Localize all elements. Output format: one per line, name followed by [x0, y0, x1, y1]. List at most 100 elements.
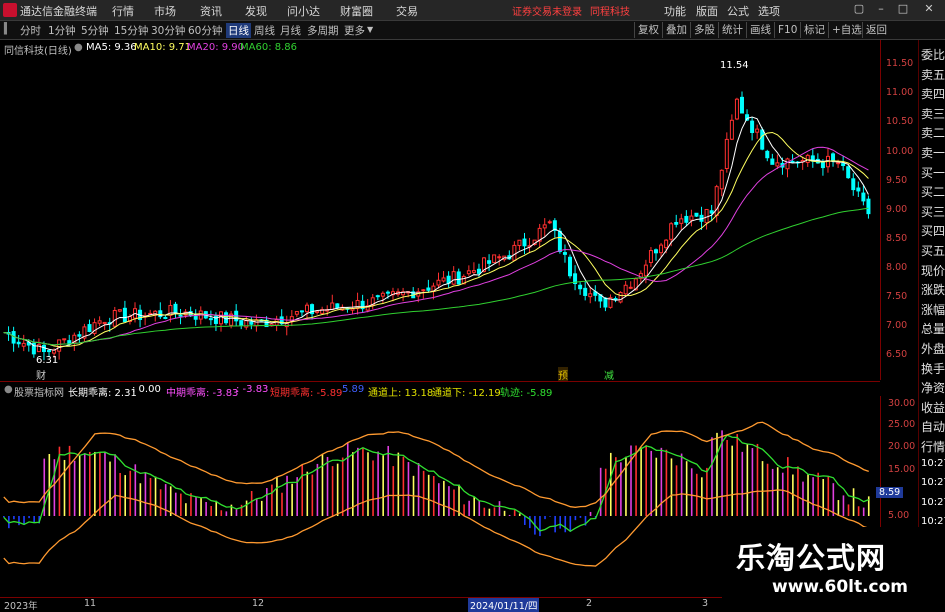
indicator-settings-icon[interactable]: ● — [4, 384, 13, 395]
candle-body — [664, 239, 669, 249]
indicator-bar — [372, 460, 374, 516]
menu-hangqing[interactable]: 行情 — [112, 3, 134, 19]
marker-yu[interactable]: 预 — [558, 367, 568, 382]
side-panel-label: 总量 — [921, 322, 945, 337]
indicator-bar — [33, 516, 35, 523]
candle-body — [62, 338, 67, 341]
low-price-label: 6.31 — [36, 355, 59, 366]
candle-body — [562, 252, 567, 255]
indicator-bar — [13, 516, 15, 520]
candle-body — [578, 284, 583, 290]
indicator-bar — [281, 492, 283, 516]
indicator-bar — [73, 460, 76, 516]
ma-header: 同信科技(日线) ● MA5: 9.36 MA10: 9.71 MA20: 9.… — [0, 40, 880, 57]
more-chevron-icon[interactable]: ▼ — [367, 25, 373, 34]
indicator-bar — [589, 511, 592, 516]
candlestick-chart[interactable] — [0, 56, 880, 381]
period-5min[interactable]: 5分钟 — [81, 23, 109, 38]
ma60-label: MA60: 8.86 — [240, 42, 298, 53]
candle-body — [87, 324, 92, 332]
candle-body — [375, 295, 380, 298]
candle-body — [739, 96, 744, 114]
marker-jian[interactable]: 减 — [604, 367, 614, 382]
side-panel-label: 10:27 — [921, 516, 945, 528]
menu-gongshi[interactable]: 公式 — [727, 3, 749, 19]
indicator-bar — [422, 470, 425, 516]
date-tick: 12 — [252, 598, 265, 609]
period-daily[interactable]: 日线 — [226, 23, 251, 38]
tool-duogu[interactable]: 多股 — [690, 22, 715, 38]
period-fenshi[interactable]: 分时 — [20, 23, 41, 38]
tool-fuquan[interactable]: 复权 — [634, 22, 659, 38]
menu-gongneng[interactable]: 功能 — [664, 3, 686, 19]
indicator-bar — [119, 472, 121, 516]
indicator-bar — [564, 516, 567, 533]
indicator-bar — [28, 516, 30, 519]
tool-biaoji[interactable]: 标记 — [800, 22, 825, 38]
period-monthly[interactable]: 月线 — [280, 23, 301, 38]
minimize-icon[interactable]: – — [874, 2, 888, 16]
price-tick: 10.00 — [886, 146, 914, 157]
indicator-bar — [271, 484, 273, 516]
indicator-bar — [468, 500, 470, 516]
candle-body — [770, 158, 775, 165]
period-60min[interactable]: 60分钟 — [188, 23, 222, 38]
menu-banmian[interactable]: 版面 — [696, 3, 718, 19]
indicator-bar — [549, 516, 551, 517]
indicator-bar — [407, 462, 410, 516]
side-panel-label: 10:27 — [921, 496, 945, 508]
indicator-tick: 30.00 — [888, 398, 916, 409]
menu-faxian[interactable]: 发现 — [245, 3, 267, 19]
candle-body — [16, 341, 21, 345]
menu-zixun[interactable]: 资讯 — [200, 3, 222, 19]
tool-tongji[interactable]: 统计 — [718, 22, 743, 38]
candle-body — [436, 279, 441, 286]
date-tick: 3 — [702, 598, 709, 609]
tool-zixuan[interactable]: +自选 — [828, 22, 862, 38]
candle-body — [603, 297, 608, 308]
candle-body — [239, 320, 244, 326]
candle-body — [163, 316, 168, 319]
tool-f10[interactable]: F10 — [774, 22, 797, 38]
indicator-bar — [346, 442, 349, 516]
indicator-bar — [397, 452, 400, 516]
indicator-bar — [523, 516, 526, 525]
close-icon[interactable]: ✕ — [922, 2, 936, 16]
tool-huaxian[interactable]: 画线 — [746, 22, 771, 38]
period-1min[interactable]: 1分钟 — [48, 23, 76, 38]
period-more[interactable]: 更多 — [344, 23, 365, 38]
menu-wenxiaoda[interactable]: 问小达 — [287, 3, 320, 19]
tool-fanhui[interactable]: 返回 — [862, 22, 887, 38]
candle-body — [729, 119, 734, 140]
candle-body — [385, 291, 390, 294]
period-30min[interactable]: 30分钟 — [151, 23, 185, 38]
menu-shichang[interactable]: 市场 — [154, 3, 176, 19]
period-multi[interactable]: 多周期 — [307, 23, 339, 38]
period-15min[interactable]: 15分钟 — [114, 23, 148, 38]
settings-icon[interactable]: ● — [74, 42, 83, 53]
period-weekly[interactable]: 周线 — [254, 23, 275, 38]
indicator-bar — [518, 513, 521, 516]
indicator-tick: 5.00 — [888, 510, 910, 521]
indicator-bar — [427, 474, 430, 516]
indicator-bar — [670, 458, 673, 516]
marker-cai[interactable]: 财 — [36, 367, 46, 382]
skin-icon[interactable]: ▢ — [852, 2, 866, 16]
indicator-bar — [432, 476, 435, 516]
indicator-bar — [88, 451, 91, 516]
maximize-icon[interactable]: □ — [896, 2, 910, 16]
menu-jiaoyi[interactable]: 交易 — [396, 3, 418, 19]
tool-diejia[interactable]: 叠加 — [662, 22, 687, 38]
indicator-bar — [336, 463, 339, 516]
indicator-bar — [443, 480, 445, 516]
login-warning[interactable]: 证券交易未登录 — [512, 3, 582, 18]
candle-body — [750, 120, 755, 134]
indicator-bar — [847, 504, 850, 516]
indicator-bar — [417, 463, 420, 516]
menu-xuanxiang[interactable]: 选项 — [758, 3, 780, 19]
indicator-bar — [185, 503, 187, 516]
candle-body — [456, 271, 461, 285]
menu-caifuquan[interactable]: 财富圈 — [340, 3, 373, 19]
indicator-bar — [240, 504, 243, 516]
quote-side-panel: 委比 卖五 卖四 卖三 卖二 卖一 买一 买二 买三 买四 买五 现价 涨跌 涨幅 总量 外盘 换手 净资 收益 自动… — [918, 40, 945, 600]
